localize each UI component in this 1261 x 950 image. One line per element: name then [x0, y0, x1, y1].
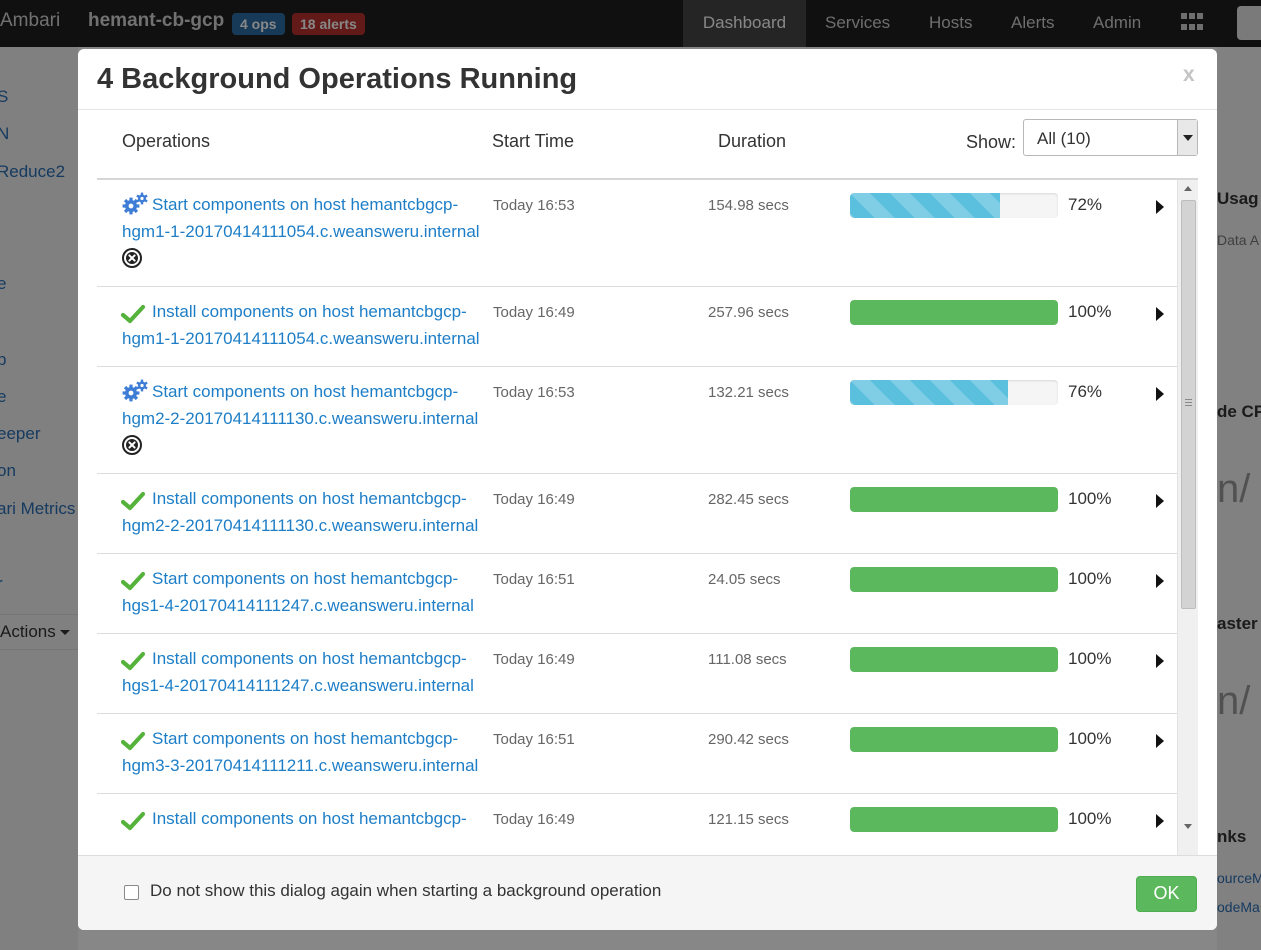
- cancel-circle-icon[interactable]: [121, 247, 143, 274]
- operation-row[interactable]: Start components on host hemantcbgcp-hgm…: [97, 714, 1177, 794]
- operation-row[interactable]: Install components on host hemantcbgcp- T…: [97, 794, 1177, 855]
- do-not-show-checkbox[interactable]: [124, 885, 139, 900]
- operation-start-time: Today 16:51: [493, 571, 575, 588]
- progress-percent: 100%: [1068, 302, 1112, 321]
- operation-start-time: Today 16:53: [493, 384, 575, 401]
- operation-name-link[interactable]: Start components on host hemantcbgcp-hgm…: [122, 191, 494, 245]
- caret-right-icon[interactable]: [1156, 307, 1164, 321]
- operation-duration: 257.96 secs: [708, 304, 789, 321]
- background-operations-dialog: 4 Background Operations Running x Operat…: [78, 49, 1217, 930]
- progress-percent: 100%: [1068, 569, 1112, 588]
- operation-row[interactable]: Start components on host hemantcbgcp-hgs…: [97, 554, 1177, 634]
- operation-name-link[interactable]: Start components on host hemantcbgcp-hgs…: [122, 565, 494, 619]
- progress-bar: [850, 380, 1058, 405]
- caret-right-icon[interactable]: [1156, 734, 1164, 748]
- progress-bar-fill: [850, 487, 1058, 512]
- column-header-duration: Duration: [718, 131, 787, 151]
- operation-duration: 282.45 secs: [708, 491, 789, 508]
- dialog-footer: Do not show this dialog again when start…: [78, 855, 1217, 930]
- caret-right-icon[interactable]: [1156, 200, 1164, 214]
- progress-bar: [850, 567, 1058, 592]
- progress-bar-fill: [850, 647, 1058, 672]
- progress-bar: [850, 487, 1058, 512]
- chevron-down-icon[interactable]: [1177, 120, 1197, 155]
- progress-bar-fill: [850, 807, 1058, 832]
- progress-bar-fill: [850, 727, 1058, 752]
- close-icon[interactable]: x: [1183, 63, 1195, 87]
- operation-name-link[interactable]: Install components on host hemantcbgcp-h…: [122, 645, 494, 699]
- progress-percent: 72%: [1068, 195, 1103, 214]
- progress-bar-fill: [850, 380, 1009, 405]
- caret-right-icon[interactable]: [1156, 654, 1164, 668]
- operation-duration: 121.15 secs: [708, 811, 789, 828]
- operation-start-time: Today 16:53: [493, 197, 575, 214]
- scroll-up-icon[interactable]: [1184, 186, 1192, 191]
- show-filter-label: Show:: [966, 132, 1017, 152]
- operation-start-time: Today 16:49: [493, 651, 575, 668]
- ok-button[interactable]: OK: [1136, 876, 1197, 912]
- operation-duration: 111.08 secs: [708, 651, 787, 668]
- scroll-down-icon[interactable]: [1184, 824, 1192, 829]
- operation-start-time: Today 16:49: [493, 491, 575, 508]
- operation-duration: 154.98 secs: [708, 197, 789, 214]
- progress-bar-fill: [850, 567, 1058, 592]
- operation-name-link[interactable]: Start components on host hemantcbgcp-hgm…: [122, 378, 494, 432]
- do-not-show-label[interactable]: Do not show this dialog again when start…: [150, 881, 661, 901]
- dialog-title: 4 Background Operations Running: [97, 63, 578, 95]
- operation-row[interactable]: Install components on host hemantcbgcp-h…: [97, 287, 1177, 367]
- progress-bar: [850, 807, 1058, 832]
- cancel-circle-icon[interactable]: [121, 434, 143, 461]
- grip-icon: [1185, 399, 1192, 406]
- progress-percent: 76%: [1068, 382, 1103, 401]
- list-scrollbar[interactable]: [1177, 180, 1198, 855]
- operation-duration: 132.21 secs: [708, 384, 789, 401]
- operation-name-link[interactable]: Install components on host hemantcbgcp-h…: [122, 485, 494, 539]
- progress-percent: 100%: [1068, 729, 1112, 748]
- operation-row[interactable]: Install components on host hemantcbgcp-h…: [97, 634, 1177, 714]
- progress-percent: 100%: [1068, 489, 1112, 508]
- operation-row[interactable]: Start components on host hemantcbgcp-hgm…: [97, 367, 1177, 474]
- progress-bar-fill: [850, 300, 1058, 325]
- column-header-operations: Operations: [122, 131, 211, 151]
- progress-bar: [850, 727, 1058, 752]
- operation-duration: 290.42 secs: [708, 731, 789, 748]
- scroll-thumb[interactable]: [1181, 200, 1196, 609]
- operation-name-link[interactable]: Install components on host hemantcbgcp-: [122, 805, 494, 832]
- operation-start-time: Today 16:49: [493, 304, 575, 321]
- column-header-start-time: Start Time: [492, 131, 575, 151]
- progress-percent: 100%: [1068, 649, 1112, 668]
- progress-bar: [850, 300, 1058, 325]
- show-filter-value: All (10): [1037, 129, 1091, 148]
- progress-bar: [850, 193, 1058, 218]
- operation-row[interactable]: Install components on host hemantcbgcp-h…: [97, 474, 1177, 554]
- operation-name-link[interactable]: Install components on host hemantcbgcp-h…: [122, 298, 494, 352]
- show-filter-select[interactable]: All (10): [1023, 119, 1198, 156]
- progress-bar: [850, 647, 1058, 672]
- caret-right-icon[interactable]: [1156, 494, 1164, 508]
- operation-duration: 24.05 secs: [708, 571, 781, 588]
- operations-list: Start components on host hemantcbgcp-hgm…: [97, 178, 1198, 855]
- operation-row[interactable]: Start components on host hemantcbgcp-hgm…: [97, 180, 1177, 287]
- caret-right-icon[interactable]: [1156, 574, 1164, 588]
- operation-start-time: Today 16:51: [493, 731, 575, 748]
- operation-name-link[interactable]: Start components on host hemantcbgcp-hgm…: [122, 725, 494, 779]
- caret-right-icon[interactable]: [1156, 814, 1164, 828]
- title-divider: [78, 109, 1217, 110]
- caret-right-icon[interactable]: [1156, 387, 1164, 401]
- progress-percent: 100%: [1068, 809, 1112, 828]
- progress-bar-fill: [850, 193, 1000, 218]
- operation-start-time: Today 16:49: [493, 811, 575, 828]
